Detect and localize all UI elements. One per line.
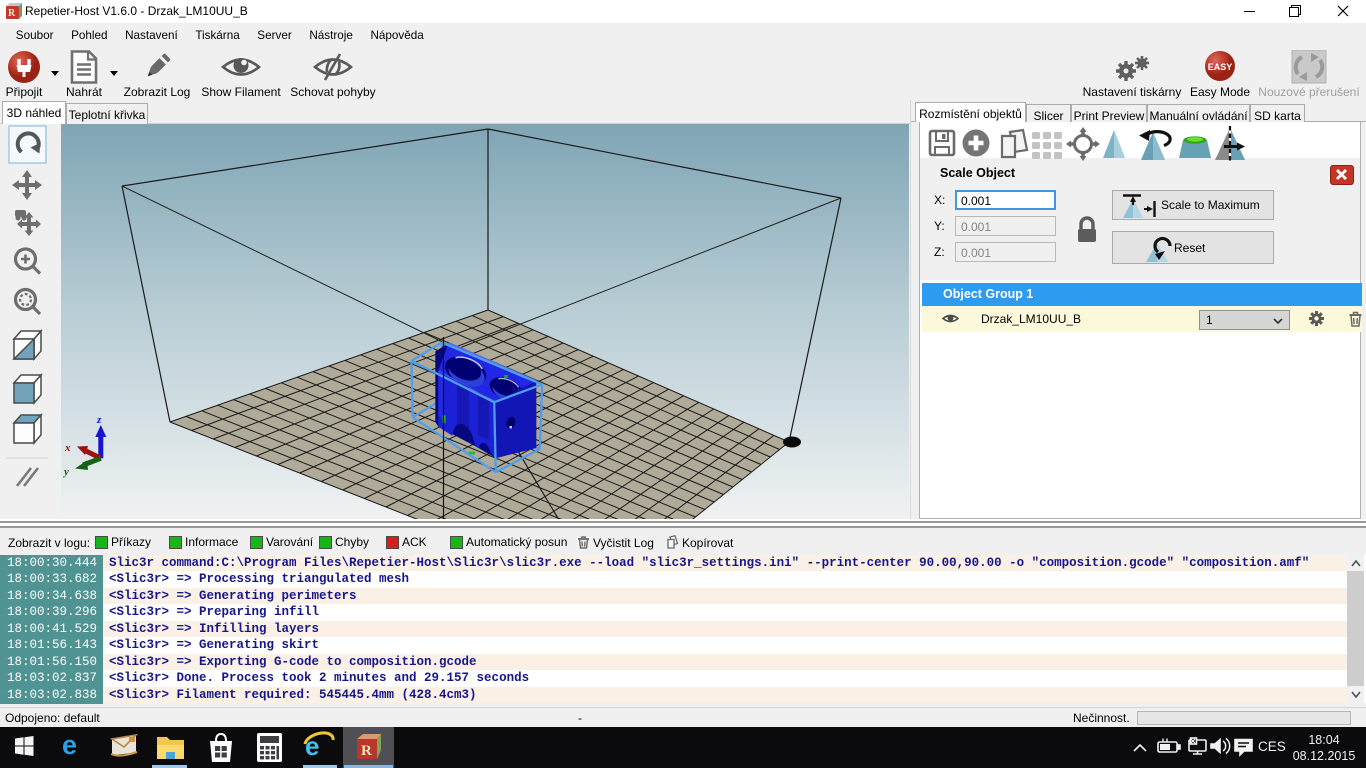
svg-text:R: R [361,743,372,759]
svg-text:CES: CES [1258,739,1286,754]
svg-text:y: y [62,466,69,478]
svg-text:R: R [8,8,16,19]
svg-text:08.12.2015: 08.12.2015 [1293,749,1356,763]
svg-text:e: e [62,730,77,760]
svg-text:EASY: EASY [1208,62,1233,72]
svg-text:z: z [96,414,102,426]
svg-text:18:04: 18:04 [1308,733,1339,747]
svg-text:x: x [64,442,71,454]
